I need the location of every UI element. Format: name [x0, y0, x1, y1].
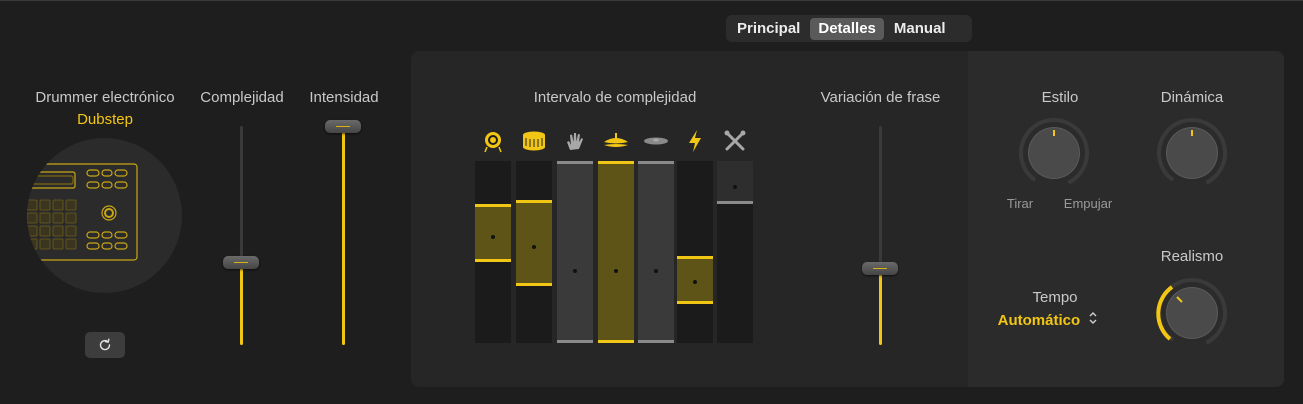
complexity-range-sticks[interactable] — [717, 161, 753, 204]
style-push-label: Empujar — [1063, 196, 1113, 211]
phrase-variation-label: Variación de frase — [820, 89, 941, 106]
phrase-variation-fill — [879, 268, 882, 345]
style-knob-label: Estilo — [1041, 89, 1079, 106]
realism-knob-label: Realismo — [1160, 248, 1224, 265]
dynamics-knob-graphic — [1157, 118, 1227, 188]
complexity-column-cymbal — [638, 161, 674, 343]
complexity-column-clap — [557, 161, 593, 343]
intensity-slider-thumb[interactable] — [325, 120, 361, 133]
complexity-range-snare[interactable] — [516, 200, 552, 286]
view-tabs: Principal Detalles Manual — [726, 15, 972, 42]
top-divider — [0, 0, 1303, 1]
complexity-range-clap[interactable] — [557, 161, 593, 343]
realism-knob-graphic — [1156, 278, 1227, 348]
hi-hat-icon[interactable] — [598, 127, 634, 155]
drummer-machine-image[interactable] — [27, 138, 182, 293]
complexity-column-kick — [475, 161, 511, 343]
style-knob-graphic — [1019, 118, 1089, 188]
complexity-label: Complejidad — [200, 89, 284, 106]
complexity-range-hihat[interactable] — [598, 161, 634, 343]
tempo-selector[interactable]: Automático — [993, 311, 1103, 329]
phrase-variation-slider-thumb[interactable] — [862, 262, 898, 276]
clap-hand-icon[interactable] — [557, 127, 593, 155]
complexity-column-hihat — [598, 161, 634, 343]
crossed-sticks-icon[interactable] — [717, 127, 753, 155]
complexity-range-perc[interactable] — [677, 256, 713, 304]
complexity-slider-thumb[interactable] — [223, 255, 259, 269]
tab-principal[interactable]: Principal — [729, 18, 808, 40]
complexity-range-kick[interactable] — [475, 204, 511, 262]
style-knob[interactable] — [1018, 117, 1090, 189]
intensity-fill — [342, 126, 345, 345]
complexity-range-title: Intervalo de complejidad — [533, 89, 697, 106]
dynamics-knob-label: Dinámica — [1160, 89, 1224, 106]
chevron-updown-icon — [1088, 311, 1098, 329]
drummer-title: Drummer electrónico — [35, 89, 175, 106]
tab-manual[interactable]: Manual — [886, 18, 954, 40]
complexity-column-snare — [516, 161, 552, 343]
tempo-label: Tempo — [1032, 289, 1078, 306]
intensity-label: Intensidad — [309, 89, 379, 106]
realism-knob[interactable] — [1156, 277, 1228, 349]
complexity-column-perc — [677, 161, 713, 343]
kick-drum-icon[interactable] — [475, 127, 511, 155]
snare-drum-icon[interactable] — [516, 127, 552, 155]
tab-detalles[interactable]: Detalles — [810, 17, 884, 40]
lightning-icon[interactable] — [677, 127, 713, 155]
complexity-fill — [240, 261, 243, 345]
tempo-value: Automático — [997, 312, 1081, 329]
complexity-column-sticks — [717, 161, 753, 343]
dynamics-knob[interactable] — [1156, 117, 1228, 189]
drummer-style[interactable]: Dubstep — [28, 111, 182, 128]
drum-machine-icon — [27, 163, 138, 261]
refresh-icon — [99, 338, 111, 351]
refresh-button[interactable] — [85, 332, 125, 358]
complexity-range-cymbal[interactable] — [638, 161, 674, 343]
style-pull-label: Tirar — [1006, 196, 1034, 211]
cymbal-icon[interactable] — [638, 127, 674, 155]
